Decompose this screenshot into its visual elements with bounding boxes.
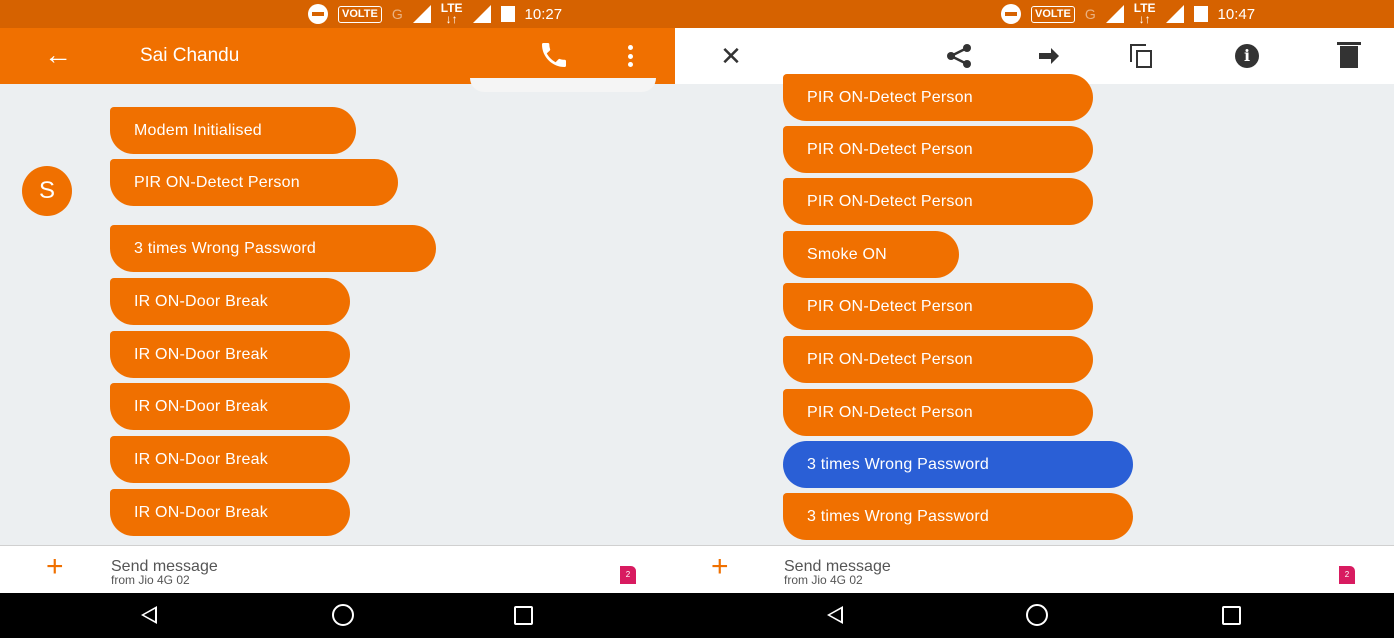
message-bubble[interactable]: 3 times Wrong Password (783, 493, 1133, 540)
info-glyph: i (1235, 44, 1259, 68)
signal-icon (1165, 5, 1184, 23)
conversation-screen: VOLTE G LTE ↓↑ 10:27 ← Sai Chandu S Mode… (0, 0, 675, 638)
battery-icon (500, 6, 515, 22)
sim-label: from Jio 4G 02 (111, 573, 190, 587)
nav-back-icon[interactable] (827, 606, 843, 624)
message-bubble[interactable]: IR ON-Door Break (110, 278, 350, 325)
status-bar: VOLTE G LTE ↓↑ 10:27 (0, 0, 675, 28)
volte-badge: VOLTE (1031, 5, 1075, 23)
sim-card-icon[interactable]: 2 (1339, 566, 1355, 584)
message-bubble[interactable]: PIR ON-Detect Person (783, 283, 1093, 330)
message-bubble[interactable]: PIR ON-Detect Person (783, 126, 1093, 173)
phone-icon[interactable] (538, 39, 570, 71)
dnd-icon (308, 4, 328, 24)
avatar[interactable]: S (22, 166, 72, 216)
info-icon[interactable]: i (1229, 38, 1265, 74)
battery-icon (1193, 6, 1208, 22)
sim-label: from Jio 4G 02 (784, 573, 863, 587)
signal-icon (412, 5, 431, 23)
message-bubble[interactable]: IR ON-Door Break (110, 436, 350, 483)
nav-home-icon[interactable] (1026, 604, 1048, 626)
message-bubble[interactable]: PIR ON-Detect Person (783, 178, 1093, 225)
add-icon[interactable]: + (46, 550, 64, 584)
lte-arrows: ↓↑ (445, 12, 458, 26)
message-bubble[interactable]: 3 times Wrong Password (110, 225, 436, 272)
share-icon[interactable] (941, 38, 977, 74)
selection-screen: VOLTE G LTE ↓↑ 10:47 ✕ i PIR ON-Detect P… (675, 0, 1394, 638)
navigation-bar (675, 593, 1394, 638)
volte-badge: VOLTE (338, 5, 382, 23)
nav-home-icon[interactable] (332, 604, 354, 626)
navigation-bar (0, 593, 675, 638)
network-type: G (391, 6, 403, 22)
compose-bar: + Send message from Jio 4G 02 2 (0, 545, 675, 593)
clock: 10:47 (1217, 5, 1256, 23)
add-icon[interactable]: + (711, 550, 729, 584)
app-bar: ← Sai Chandu (0, 28, 675, 84)
message-bubble[interactable]: Modem Initialised (110, 107, 356, 154)
lte-indicator: LTE ↓↑ (1134, 2, 1156, 26)
message-bubble[interactable]: PIR ON-Detect Person (783, 74, 1093, 121)
nav-recents-icon[interactable] (1222, 606, 1241, 625)
message-bubble[interactable]: PIR ON-Detect Person (783, 336, 1093, 383)
status-bar: VOLTE G LTE ↓↑ 10:47 (675, 0, 1394, 28)
message-bubble[interactable]: Smoke ON (783, 231, 959, 278)
sim-card-icon[interactable]: 2 (620, 566, 636, 584)
nav-back-icon[interactable] (141, 606, 157, 624)
lte-indicator: LTE ↓↑ (441, 2, 463, 26)
signal-icon (1105, 5, 1124, 23)
signal-icon (472, 5, 491, 23)
close-icon[interactable]: ✕ (713, 38, 749, 74)
nav-recents-icon[interactable] (514, 606, 533, 625)
message-bubble[interactable]: IR ON-Door Break (110, 489, 350, 536)
previous-message-edge (470, 78, 656, 92)
message-bubble[interactable]: PIR ON-Detect Person (110, 159, 398, 206)
dnd-icon (1001, 4, 1021, 24)
copy-icon[interactable] (1123, 38, 1159, 74)
clock: 10:27 (524, 5, 563, 23)
delete-icon[interactable] (1331, 38, 1367, 74)
compose-bar: + Send message from Jio 4G 02 2 (675, 545, 1394, 593)
back-arrow-icon[interactable]: ← (44, 39, 72, 71)
message-bubble[interactable]: IR ON-Door Break (110, 331, 350, 378)
lte-arrows: ↓↑ (1138, 12, 1151, 26)
more-vert-icon[interactable] (622, 42, 638, 70)
contact-name: Sai Chandu (140, 45, 240, 66)
network-type: G (1084, 6, 1096, 22)
selected-message-bubble[interactable]: 3 times Wrong Password (783, 441, 1133, 488)
forward-icon[interactable] (1031, 38, 1067, 74)
message-bubble[interactable]: PIR ON-Detect Person (783, 389, 1093, 436)
message-bubble[interactable]: IR ON-Door Break (110, 383, 350, 430)
